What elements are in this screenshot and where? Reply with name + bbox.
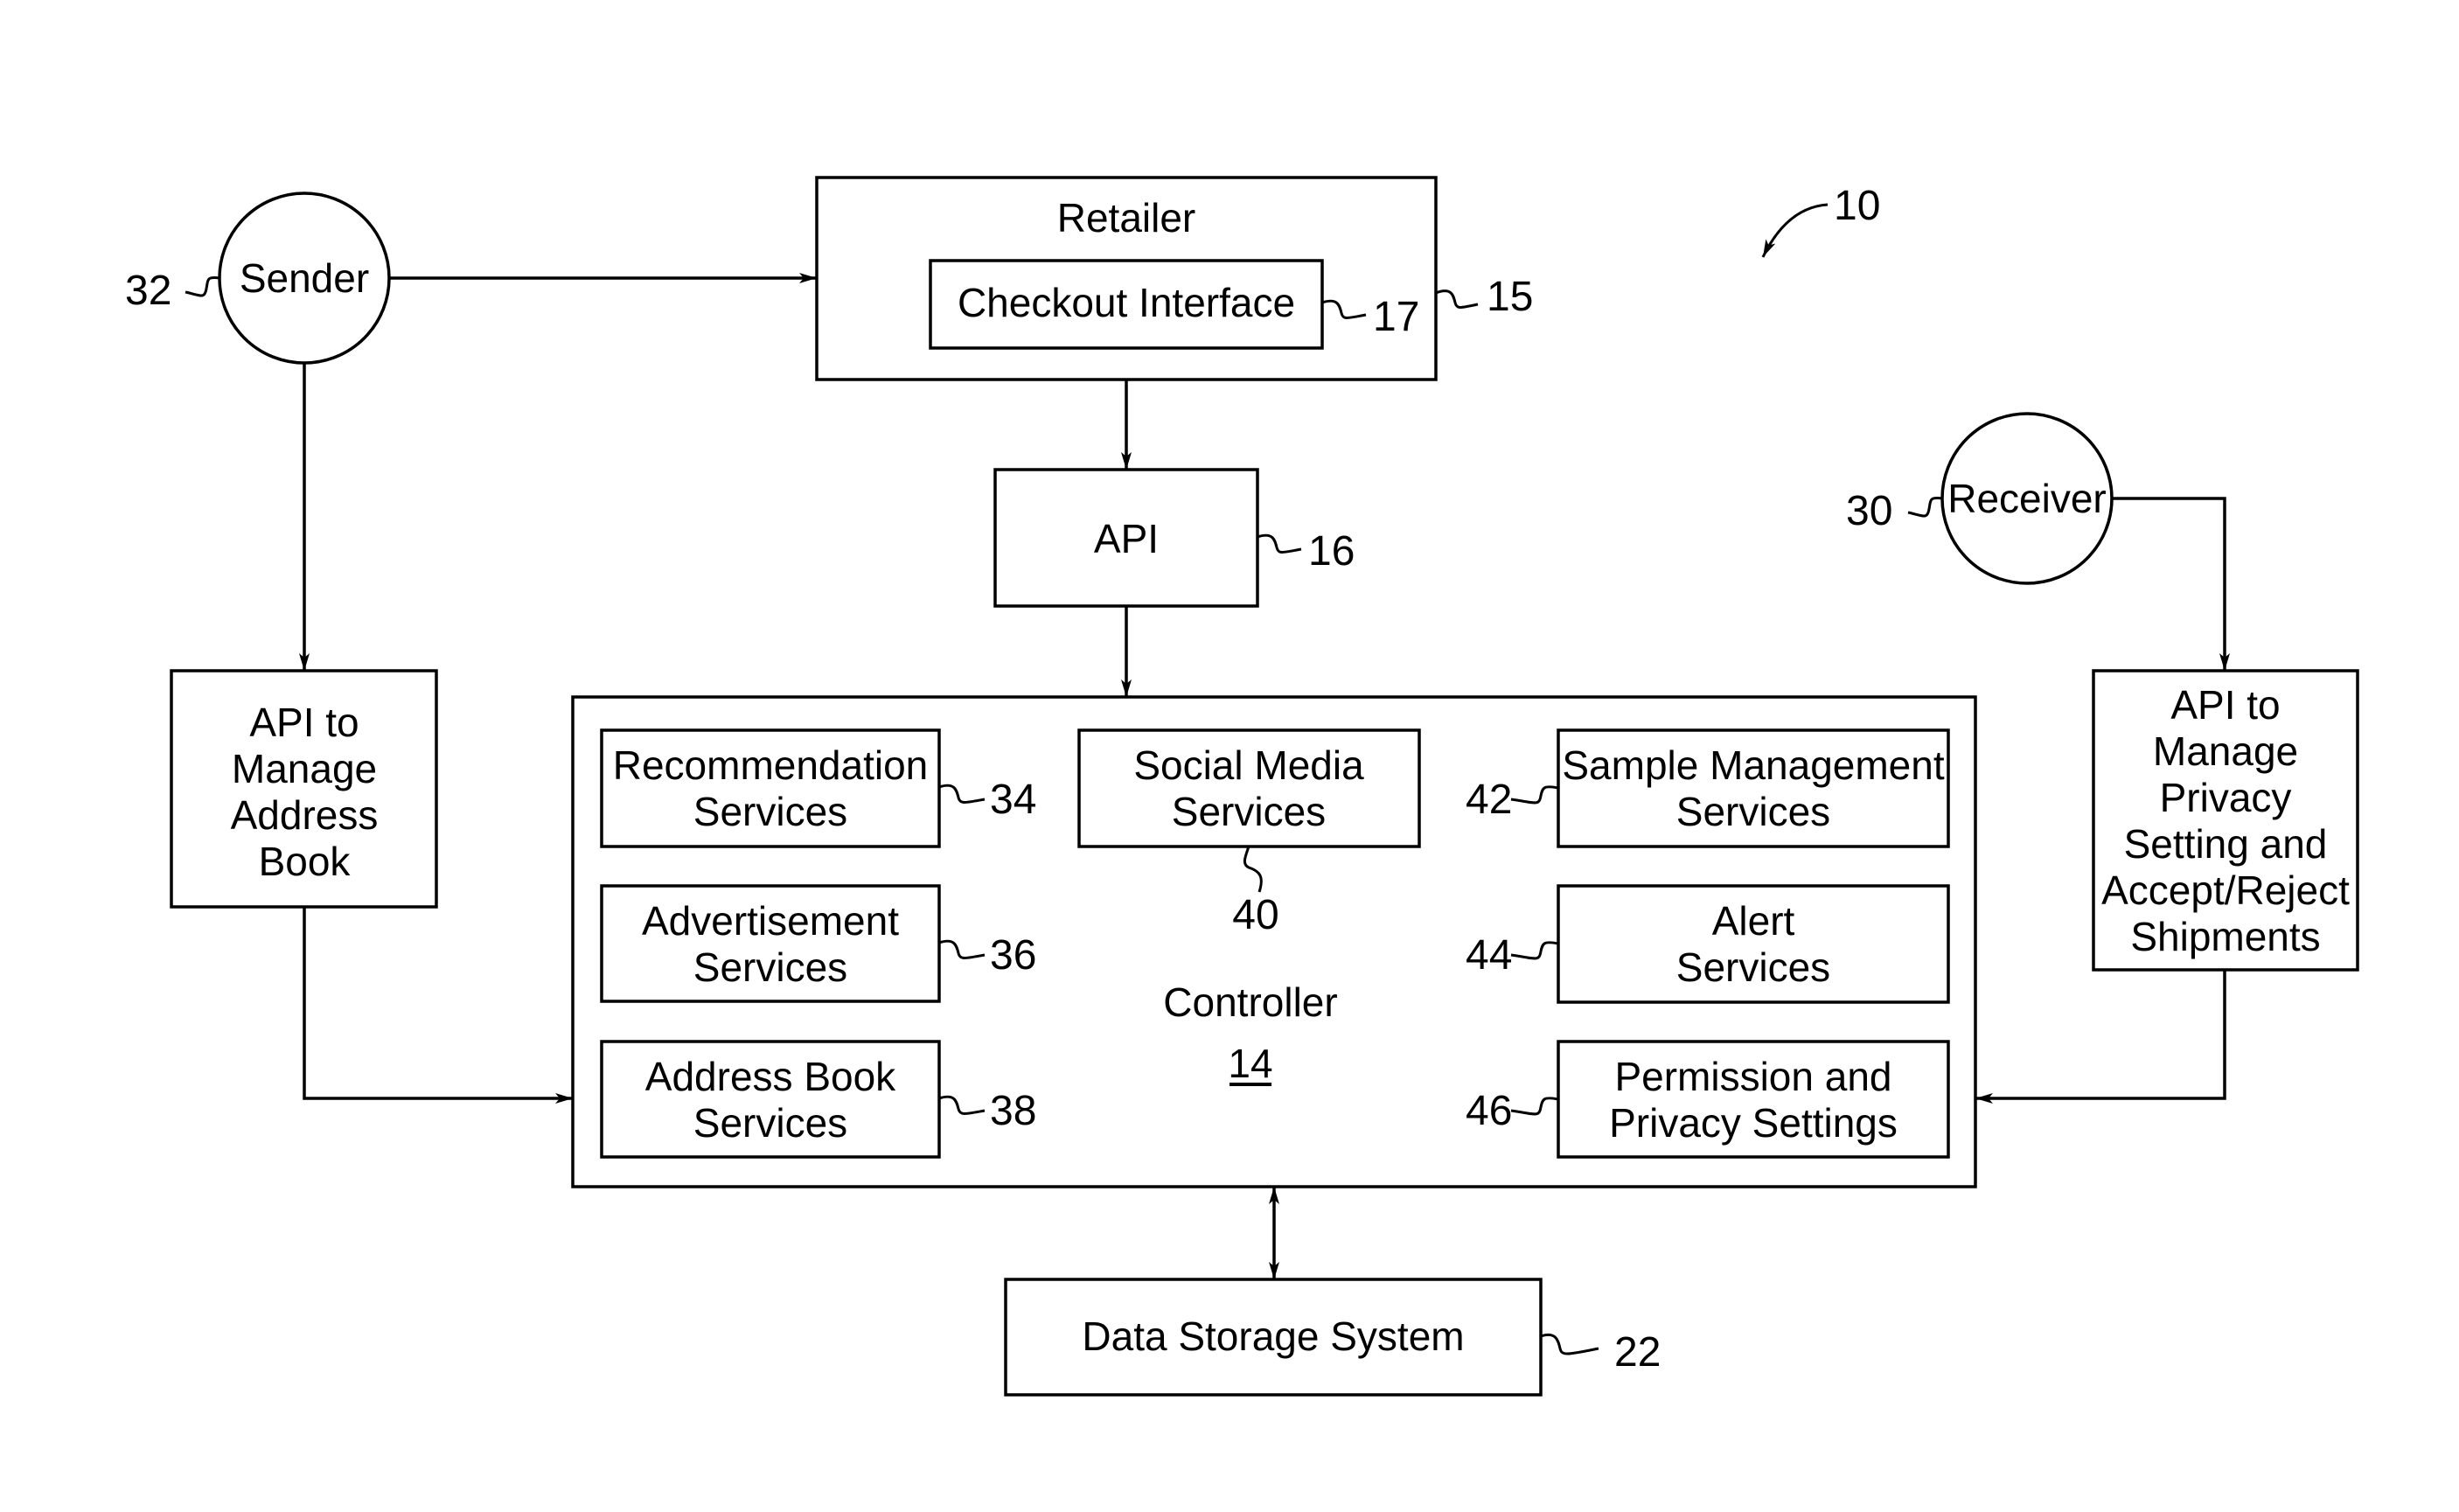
- social-media-ref: 40: [1232, 892, 1278, 938]
- api-node[interactable]: API 16: [993, 468, 1355, 608]
- figure-reference: 10: [1761, 183, 1880, 258]
- address-book-ref: 38: [990, 1088, 1036, 1134]
- api-address-book-line: API to: [249, 700, 359, 745]
- api-privacy-line: Shipments: [2130, 914, 2320, 959]
- figure-arrow-icon: [1761, 203, 1829, 258]
- advertisement-services-line: Advertisement: [642, 898, 899, 944]
- receiver-ref: 30: [1846, 488, 1892, 534]
- receiver-leader: [1907, 497, 1943, 518]
- social-media-services-line: Social Media: [1133, 742, 1364, 788]
- recommendation-ref: 34: [990, 777, 1036, 823]
- checkout-ref: 17: [1373, 294, 1419, 340]
- retailer-label: Retailer: [1057, 195, 1196, 240]
- data-storage-ref: 22: [1614, 1329, 1661, 1376]
- api-address-book-line: Book: [259, 839, 352, 884]
- sample-management-services-line: Services: [1676, 789, 1830, 834]
- api-privacy-line: API to: [2170, 682, 2280, 728]
- sender-leader: [185, 276, 220, 297]
- sender-node[interactable]: Sender 32: [125, 192, 391, 365]
- recommendation-services-line: Services: [693, 789, 847, 834]
- arrow-address-api-to-controller: [303, 907, 573, 1104]
- api-privacy-line: Privacy: [2160, 775, 2292, 820]
- api-privacy-line: Accept/Reject: [2101, 867, 2350, 913]
- api-privacy-node[interactable]: API to Manage Privacy Setting and Accept…: [2092, 669, 2359, 972]
- retailer-ref: 15: [1487, 274, 1533, 320]
- advertisement-ref: 36: [990, 932, 1036, 979]
- receiver-node[interactable]: Receiver 30: [1846, 412, 2114, 585]
- retailer-leader: [1435, 289, 1479, 309]
- alert-ref: 44: [1466, 932, 1512, 979]
- api-ref: 16: [1308, 528, 1355, 575]
- data-storage-label: Data Storage System: [1082, 1313, 1464, 1359]
- alert-services-line: Services: [1676, 944, 1830, 990]
- system-diagram: 10 Sender 32 Receiver 30 Retailer 15 Che…: [125, 176, 2359, 1397]
- api-leader: [1257, 533, 1302, 554]
- sender-label: Sender: [240, 255, 369, 301]
- data-storage-node[interactable]: Data Storage System 22: [1004, 1278, 1661, 1397]
- api-address-book-node[interactable]: API to Manage Address Book: [170, 669, 438, 909]
- permission-privacy-settings-line: Permission and: [1614, 1054, 1891, 1099]
- alert-services-line: Alert: [1712, 898, 1795, 944]
- api-privacy-line: Manage: [2153, 728, 2298, 774]
- controller-label: Controller: [1163, 979, 1337, 1025]
- address-book-services-line: Services: [693, 1100, 847, 1146]
- sample-management-services-line: Sample Management: [1562, 742, 1944, 788]
- api-label: API: [1094, 516, 1159, 561]
- receiver-label: Receiver: [1947, 476, 2107, 521]
- arrow-privacy-api-to-controller: [1975, 970, 2226, 1104]
- controller-ref: 14: [1228, 1041, 1272, 1086]
- advertisement-services-line: Services: [693, 944, 847, 990]
- api-address-book-line: Manage: [232, 746, 377, 791]
- social-media-services-line: Services: [1172, 789, 1326, 834]
- address-book-services-line: Address Book: [645, 1054, 896, 1099]
- sample-management-ref: 42: [1466, 777, 1512, 823]
- figure-ref-label: 10: [1834, 183, 1880, 229]
- api-address-book-line: Address: [231, 792, 379, 838]
- permission-privacy-ref: 46: [1466, 1088, 1512, 1134]
- sender-ref: 32: [125, 268, 171, 314]
- api-privacy-line: Setting and: [2124, 821, 2328, 867]
- recommendation-services-line: Recommendation: [613, 742, 929, 788]
- permission-privacy-settings-line: Privacy Settings: [1609, 1100, 1898, 1146]
- checkout-label: Checkout Interface: [958, 280, 1295, 325]
- arrow-receiver-to-privacy-api: [2112, 497, 2230, 671]
- data-storage-leader: [1540, 1334, 1599, 1355]
